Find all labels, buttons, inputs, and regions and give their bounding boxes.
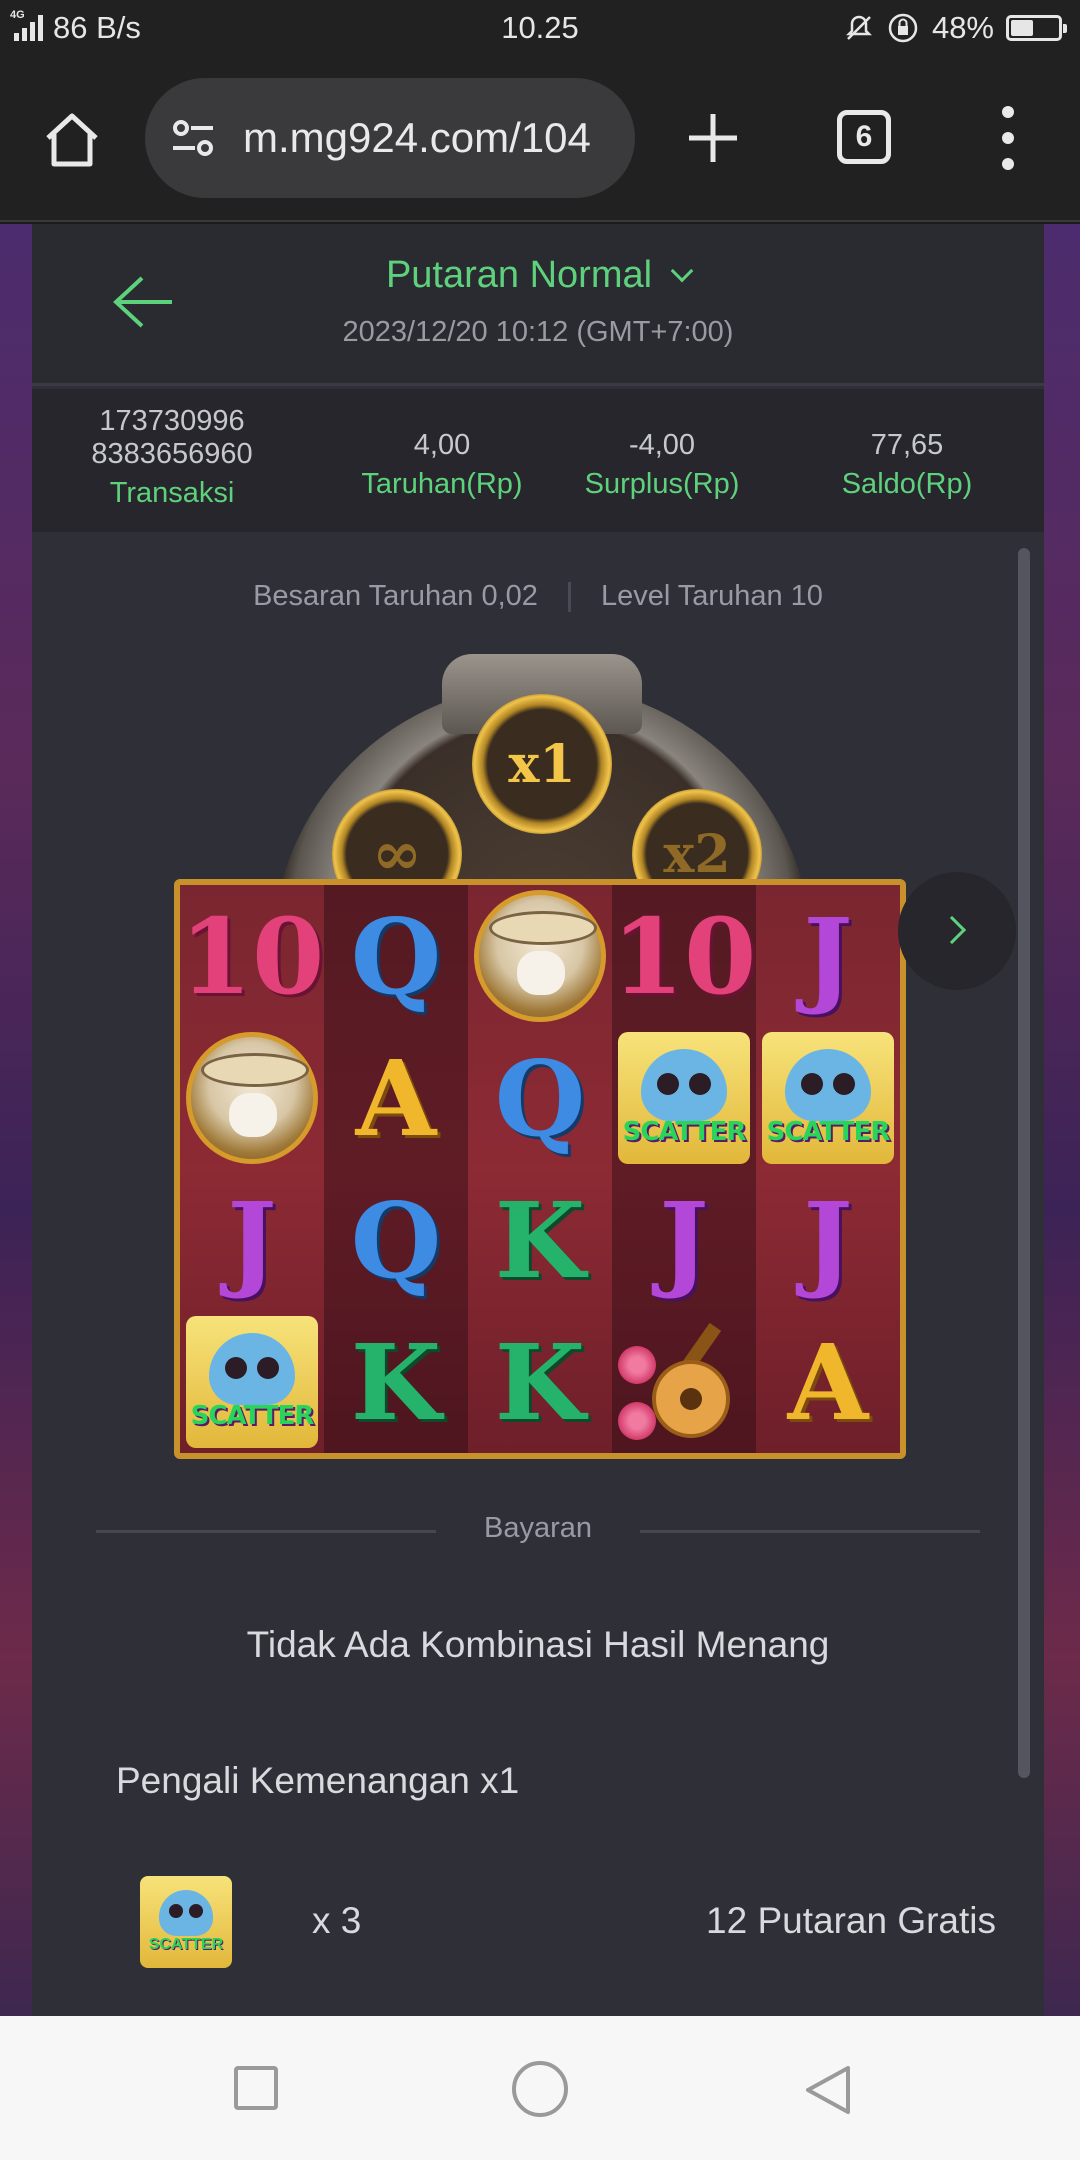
guitar-symbol xyxy=(612,1311,756,1453)
slot-reels: 10 J SCATTER Q A Q K Q K K 10 SCATTER J J SCATTER J A xyxy=(174,879,906,1459)
scatter-count: x 3 xyxy=(312,1900,362,1941)
new-tab-icon[interactable] xyxy=(685,110,741,166)
balance-value: 77,65 xyxy=(870,429,944,461)
home-icon[interactable] xyxy=(40,108,104,172)
multiplier-x1: x1 xyxy=(472,694,612,834)
card-symbol-j: J xyxy=(659,1178,709,1302)
browser-toolbar: m.mg924.com/104 6 xyxy=(0,58,1080,222)
card-symbol-q: Q xyxy=(350,1178,442,1302)
transaction-stat: 173730996 8383656960 Transaksi xyxy=(52,405,292,548)
recent-apps-icon[interactable] xyxy=(234,2066,278,2110)
reel-column: QKK xyxy=(468,885,612,1453)
scatter-icon: SCATTER xyxy=(140,1876,232,1968)
mute-icon xyxy=(845,15,872,40)
system-nav-bar xyxy=(0,2016,1080,2160)
bet-size: Besaran Taruhan 0,02 xyxy=(253,580,538,612)
card-symbol-k: K xyxy=(350,1320,442,1444)
spin-type-dropdown[interactable]: Putaran Normal xyxy=(32,254,1044,297)
back-nav-icon[interactable] xyxy=(800,2062,856,2118)
reel-column: J SCATTER J A xyxy=(756,885,900,1453)
transaction-label: Transaksi xyxy=(109,477,235,509)
home-nav-icon[interactable] xyxy=(512,2061,568,2117)
card-symbol-q: Q xyxy=(494,1036,586,1160)
status-right: 48% xyxy=(844,10,1067,46)
multiplier-wheel: ∞ x2 x1 xyxy=(272,654,812,1104)
bandit-icon xyxy=(474,890,606,1022)
address-bar[interactable]: m.mg924.com/104 xyxy=(145,78,635,198)
no-win-message: Tidak Ada Kombinasi Hasil Menang xyxy=(246,1624,830,1665)
payout-section-label: Bayaran xyxy=(483,1512,592,1544)
site-settings-icon[interactable] xyxy=(169,113,219,163)
card-symbol-10: 10 xyxy=(179,894,325,1018)
surplus-label: Surplus(Rp) xyxy=(584,468,740,500)
card-symbol-j: J xyxy=(803,1178,853,1302)
chevron-right-icon xyxy=(937,915,967,945)
page-title: Putaran Normal xyxy=(385,254,653,296)
scatter-label: SCATTER xyxy=(766,1117,891,1147)
card-symbol-k: K xyxy=(494,1320,586,1444)
scatter-symbol: SCATTER xyxy=(756,1027,900,1169)
transaction-id-line2: 8383656960 xyxy=(91,438,253,470)
chevron-down-icon xyxy=(670,259,694,283)
reel-column: 10 J SCATTER xyxy=(180,885,324,1453)
bet-label: Taruhan(Rp) xyxy=(361,468,523,500)
card-symbol-10: 10 xyxy=(611,894,757,1018)
stats-row: 173730996 8383656960 Transaksi 4,00 Taru… xyxy=(32,389,1044,532)
overflow-menu-icon[interactable] xyxy=(990,106,1026,170)
bet-stat: 4,00 Taruhan(Rp) xyxy=(332,429,552,572)
guitar-icon xyxy=(618,1316,750,1448)
scatter-symbol: SCATTER xyxy=(612,1027,756,1169)
card-symbol-j: J xyxy=(227,1178,277,1302)
balance-label: Saldo(Rp) xyxy=(841,468,973,500)
skull-icon: SCATTER xyxy=(762,1032,894,1164)
card-symbol-k: K xyxy=(494,1178,586,1302)
surplus-value: -4,00 xyxy=(628,429,696,461)
card-symbol-a: A xyxy=(355,1036,437,1160)
panel-header: Putaran Normal 2023/12/20 10:12 (GMT+7:0… xyxy=(32,224,1044,386)
battery-icon xyxy=(1006,15,1067,41)
bandit-symbol xyxy=(468,885,612,1027)
status-bar: 4G 86 B/s 10.25 48% xyxy=(0,0,1080,58)
bet-info: Besaran Taruhan 0,02 Level Taruhan 10 xyxy=(32,580,1044,613)
spin-history-panel: Putaran Normal 2023/12/20 10:12 (GMT+7:0… xyxy=(32,224,1044,2016)
skull-icon: SCATTER xyxy=(618,1032,750,1164)
transaction-id-line1: 173730996 xyxy=(99,405,245,437)
spin-datetime: 2023/12/20 10:12 (GMT+7:00) xyxy=(342,316,734,348)
card-symbol-j: J xyxy=(803,894,853,1018)
skull-icon xyxy=(159,1890,213,1936)
bandit-symbol xyxy=(180,1027,324,1169)
card-symbol-a: A xyxy=(787,1320,869,1444)
url-text: m.mg924.com/104 xyxy=(243,114,591,161)
reel-column: 10 SCATTER J xyxy=(612,885,756,1453)
rotation-lock-icon xyxy=(888,13,918,43)
bandit-icon xyxy=(186,1032,318,1164)
scatter-label: SCATTER xyxy=(190,1401,315,1431)
next-spin-button[interactable] xyxy=(898,872,1016,990)
scatter-symbol: SCATTER xyxy=(180,1311,324,1453)
win-multiplier: Pengali Kemenangan x1 xyxy=(116,1760,520,1801)
skull-icon: SCATTER xyxy=(186,1316,318,1448)
scrollbar[interactable] xyxy=(1018,548,1030,1778)
bet-value: 4,00 xyxy=(413,429,471,461)
scatter-label: SCATTER xyxy=(622,1117,747,1147)
surplus-stat: -4,00 Surplus(Rp) xyxy=(552,429,772,572)
bet-level: Level Taruhan 10 xyxy=(600,580,823,612)
balance-stat: 77,65 Saldo(Rp) xyxy=(792,429,1022,572)
reel-column: QAQK xyxy=(324,885,468,1453)
battery-percent: 48% xyxy=(931,10,994,45)
free-spins-reward: 12 Putaran Gratis xyxy=(706,1900,996,1941)
scatter-icon-text: SCATTER xyxy=(148,1936,224,1953)
divider xyxy=(567,582,571,613)
tab-switcher-button[interactable]: 6 xyxy=(837,110,891,164)
scatter-reward-row: SCATTER x 3 12 Putaran Gratis xyxy=(140,1876,996,1976)
card-symbol-q: Q xyxy=(350,894,442,1018)
